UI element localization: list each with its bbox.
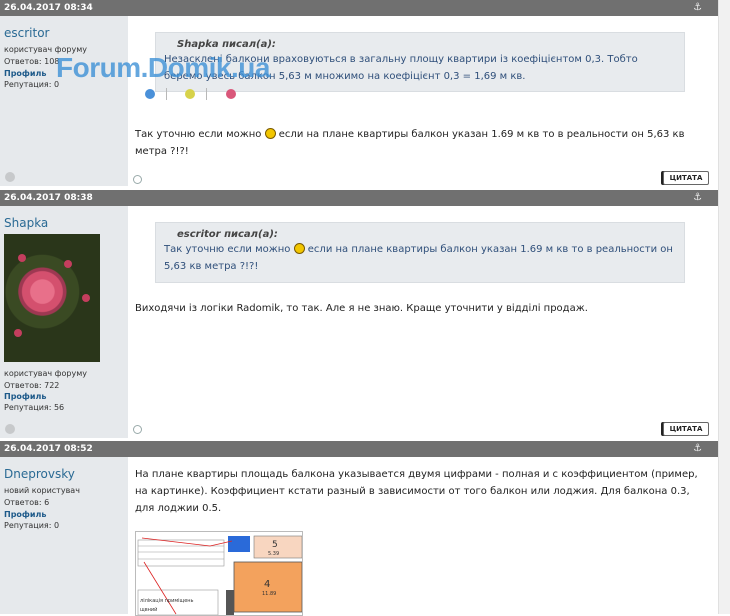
- user-sidebar: escritor користувач форуму Ответов: 108 …: [0, 16, 128, 186]
- avatar[interactable]: [4, 234, 100, 362]
- plan-legend: лілікація приміщень: [140, 598, 194, 604]
- smiley-icon: [293, 243, 305, 254]
- answers-count: Ответов: 6: [4, 498, 50, 507]
- post-date: 26.04.2017 08:52: [4, 444, 93, 454]
- answers-count: Ответов: 722: [4, 381, 60, 390]
- scroll-up-icon[interactable]: [133, 425, 142, 434]
- post-header: 26.04.2017 08:38 ⚓: [0, 190, 718, 206]
- status-dot-icon: [5, 424, 15, 434]
- quote-author: Shapka писал(а):: [177, 39, 276, 50]
- logo-dot-icon: [145, 89, 155, 99]
- status-dot-icon: [5, 172, 15, 182]
- room-label: 5: [272, 540, 278, 550]
- user-role: користувач форуму: [4, 369, 87, 378]
- quote-text: Так уточню если можно если на плане квар…: [164, 243, 673, 272]
- anchor-icon[interactable]: ⚓: [693, 190, 702, 206]
- user-role: новий користувач: [4, 486, 80, 495]
- answers-count: Ответов: 108: [4, 57, 60, 66]
- quote-author: escritor писал(а):: [177, 229, 278, 240]
- profile-link[interactable]: Профиль: [4, 392, 46, 401]
- reputation: Репутация: 56: [4, 403, 65, 412]
- profile-link[interactable]: Профиль: [4, 69, 46, 78]
- room-label: 4: [264, 579, 270, 590]
- room-area: 5.39: [268, 551, 279, 557]
- post-header: 26.04.2017 08:34 ⚓: [0, 0, 718, 16]
- forum-watermark-logo: Forum.Domik.ua: [56, 52, 270, 83]
- username[interactable]: escritor: [4, 26, 49, 40]
- smiley-icon: [264, 128, 276, 139]
- post-header: 26.04.2017 08:52 ⚓: [0, 441, 718, 457]
- quote-button[interactable]: ЦИТАТА: [663, 171, 709, 185]
- quote-block: escritor писал(а): Так уточню если можно…: [155, 222, 685, 283]
- anchor-icon[interactable]: ⚓: [693, 0, 702, 16]
- post-text: На плане квартиры площадь балкона указыв…: [135, 469, 698, 514]
- page-scrollbar[interactable]: [718, 0, 730, 614]
- profile-link[interactable]: Профиль: [4, 510, 46, 519]
- username[interactable]: Dneprovsky: [4, 467, 75, 481]
- reputation: Репутация: 0: [4, 521, 60, 530]
- user-sidebar: Dneprovsky новий користувач Ответов: 6 П…: [0, 457, 128, 614]
- post-date: 26.04.2017 08:38: [4, 193, 93, 203]
- floor-plan-image[interactable]: 5 5.39 4 11.89 лілікація приміщень щвний: [135, 531, 303, 616]
- plan-legend: щвний: [140, 606, 157, 613]
- logo-divider: [206, 88, 207, 100]
- reputation: Репутация: 0: [4, 80, 60, 89]
- post-date: 26.04.2017 08:34: [4, 3, 93, 13]
- logo-dot-icon: [185, 89, 195, 99]
- scroll-up-icon[interactable]: [133, 175, 142, 184]
- room-area: 11.89: [262, 591, 276, 597]
- quote-button[interactable]: ЦИТАТА: [663, 422, 709, 436]
- post-text: Виходячи із логіки Radomik, то так. Але …: [135, 303, 588, 314]
- post-text: Так уточню если можно если на плане квар…: [135, 128, 685, 157]
- username[interactable]: Shapka: [4, 216, 48, 230]
- logo-dot-icon: [226, 89, 236, 99]
- logo-divider: [166, 88, 167, 100]
- anchor-icon[interactable]: ⚓: [693, 441, 702, 457]
